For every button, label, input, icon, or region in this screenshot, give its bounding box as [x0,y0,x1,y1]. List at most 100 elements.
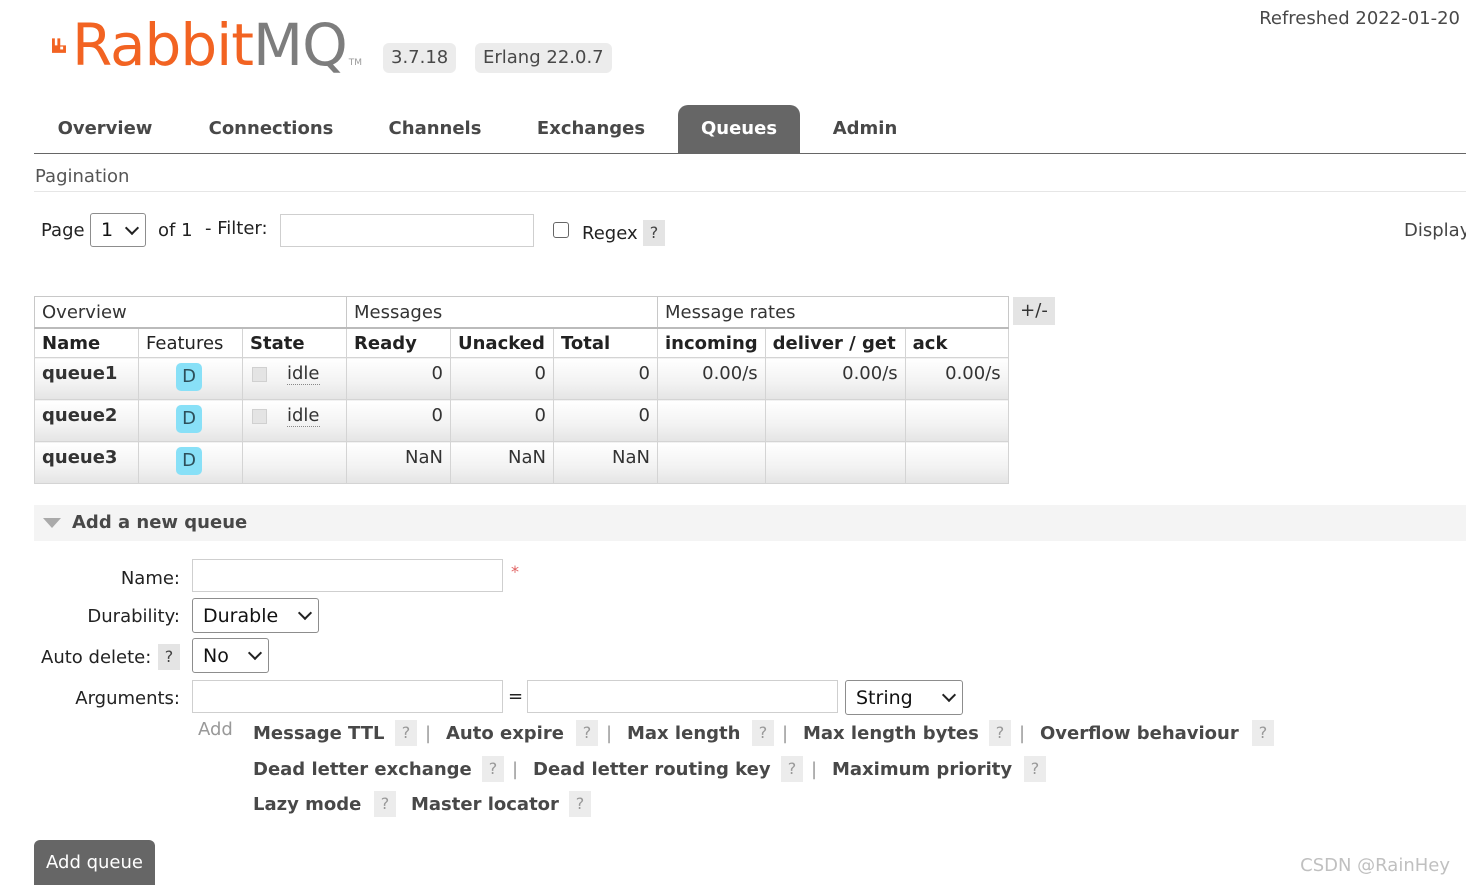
arg-max-length[interactable]: Max length [627,723,740,744]
arg-auto-expire[interactable]: Auto expire [446,723,564,744]
state-idle-icon [252,366,267,382]
incoming-rate [657,441,766,484]
lazy-mode-help-icon[interactable]: ? [374,791,396,817]
state-cell [242,441,347,484]
state-text: idle [287,363,320,385]
features-cell: D [138,357,243,400]
erlang-version-badge: Erlang 22.0.7 [475,43,612,73]
tab-queues[interactable]: Queues [678,105,800,153]
master-locator-help-icon[interactable]: ? [569,791,591,817]
arg-dead-letter-routing-key[interactable]: Dead letter routing key [533,759,771,780]
arg-lazy-mode[interactable]: Lazy mode [253,794,361,815]
queue-name-input[interactable] [192,559,503,592]
dead-letter-routing-key-help-icon[interactable]: ? [781,756,803,782]
auto-delete-select[interactable]: No [192,638,269,673]
deliver-get-rate [764,441,906,484]
pagination-divider [34,191,1466,192]
max-length-bytes-help-icon[interactable]: ? [989,720,1011,746]
add-queue-button[interactable]: Add queue [34,840,155,885]
durability-value: Durable [203,604,279,627]
pagination-title: Pagination [35,166,130,187]
triangle-down-icon[interactable] [43,518,61,528]
deliver-get-rate [764,399,906,442]
auto-expire-help-icon[interactable]: ? [576,720,598,746]
incoming-rate [657,399,766,442]
overflow-behaviour-help-icon[interactable]: ? [1252,720,1274,746]
refreshed-timestamp[interactable]: Refreshed 2022-01-20 [1259,8,1460,29]
durability-select[interactable]: Durable [192,598,319,633]
max-length-help-icon[interactable]: ? [752,720,774,746]
required-asterisk: * [511,562,519,581]
columns-toggle-button[interactable]: +/- [1013,297,1055,325]
total-value: 0 [553,357,658,400]
chevron-down-icon [124,220,140,235]
col-ack[interactable]: ack [904,327,1009,358]
unacked-value: NaN [450,441,554,484]
chevron-down-icon [297,605,313,621]
state-cell: idle [242,399,347,442]
rabbitmq-logo[interactable]: RabbitMQ TM [52,11,362,79]
features-cell: D [138,399,243,442]
logo-wordmark: RabbitMQ [71,11,348,79]
regex-checkbox[interactable] [553,222,569,238]
regex-help-icon[interactable]: ? [643,220,665,246]
auto-delete-help-icon[interactable]: ? [158,644,180,670]
arg-maximum-priority[interactable]: Maximum priority [832,759,1012,780]
page-select[interactable]: 1 [90,213,146,247]
queue-name-link[interactable]: queue1 [34,357,139,400]
argument-value-input[interactable] [527,680,838,713]
filter-label: - Filter: [205,218,268,239]
arg-master-locator[interactable]: Master locator [411,794,559,815]
add-argument-link[interactable]: Add [198,719,233,740]
message-ttl-help-icon[interactable]: ? [395,720,417,746]
dead-letter-exchange-help-icon[interactable]: ? [482,756,504,782]
logo-trademark: TM [348,58,362,68]
col-state[interactable]: State [242,327,347,358]
argument-key-input[interactable] [192,680,503,713]
add-queue-title[interactable]: Add a new queue [72,512,247,533]
separator: | [425,723,432,744]
page-of-label: of 1 [158,220,193,241]
separator: | [1019,723,1026,744]
table-row: queue2 D idle 0 0 0 [34,399,1009,442]
display-label[interactable]: Display [1404,220,1466,241]
tab-channels[interactable]: Channels [374,105,496,153]
arg-message-ttl[interactable]: Message TTL [253,723,385,744]
total-value: NaN [553,441,658,484]
ack-rate [904,399,1009,442]
filter-input[interactable] [280,214,534,247]
separator: | [782,723,789,744]
col-total[interactable]: Total [553,327,658,358]
separator: | [606,723,613,744]
state-cell: idle [242,357,347,400]
separator: | [811,759,818,780]
rabbitmq-version-badge: 3.7.18 [383,43,457,73]
tab-connections[interactable]: Connections [194,105,348,153]
argument-type-select[interactable]: String [845,680,963,715]
queue-name-link[interactable]: queue3 [34,441,139,484]
regex-label: Regex [582,223,638,244]
col-ready[interactable]: Ready [346,327,451,358]
queues-table: Overview Messages Message rates Name Fea… [34,296,1009,484]
separator: | [512,759,519,780]
rabbit-logo-icon [52,38,66,53]
group-overview: Overview [34,296,347,329]
col-name[interactable]: Name [34,327,139,358]
tab-admin[interactable]: Admin [820,105,910,153]
arg-max-length-bytes[interactable]: Max length bytes [803,723,979,744]
tab-overview[interactable]: Overview [42,105,168,153]
col-deliver-get[interactable]: deliver / get [764,327,906,358]
features-cell: D [138,441,243,484]
queue-name-link[interactable]: queue2 [34,399,139,442]
col-incoming[interactable]: incoming [657,327,766,358]
arguments-label: Arguments: [75,688,180,709]
arg-dead-letter-exchange[interactable]: Dead letter exchange [253,759,472,780]
auto-delete-label: Auto delete: [41,647,152,668]
maximum-priority-help-icon[interactable]: ? [1024,756,1046,782]
add-queue-section-header[interactable] [34,505,1466,541]
unacked-value: 0 [450,399,554,442]
col-unacked[interactable]: Unacked [450,327,554,358]
arg-overflow-behaviour[interactable]: Overflow behaviour [1040,723,1239,744]
durable-badge: D [176,405,202,433]
tab-exchanges[interactable]: Exchanges [522,105,660,153]
